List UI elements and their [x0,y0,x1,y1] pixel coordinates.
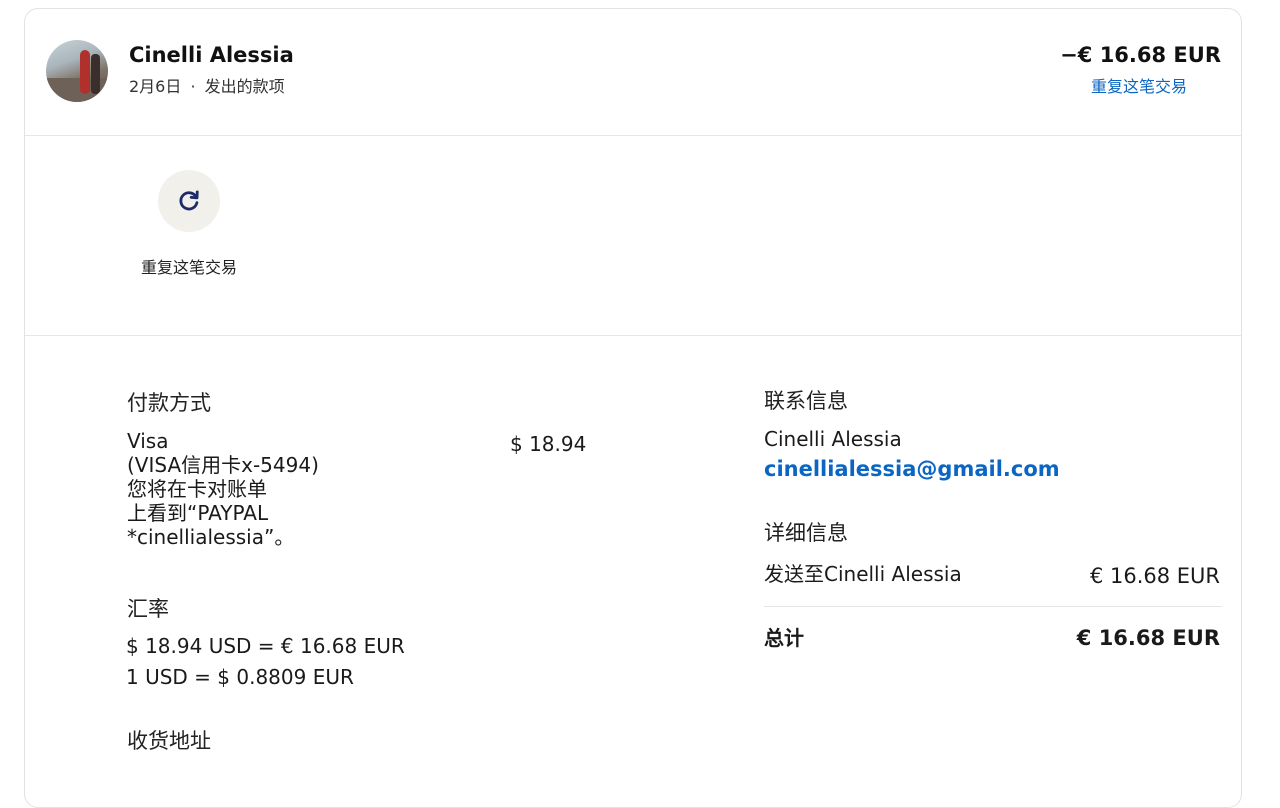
payment-method-description: Visa (VISA信用卡x-5494) 您将在卡对账单 上看到“PAYPAL … [127,429,367,549]
sent-to-label: 发送至Cinelli Alessia [764,562,962,586]
actions-section: 重复这笔交易 [25,136,1241,336]
refresh-icon [179,190,199,211]
repeat-action-circle[interactable] [158,170,220,232]
exchange-rate-line-2: 1 USD = $ 0.8809 EUR [126,665,354,689]
transaction-type: 发出的款项 [204,77,285,96]
statement-note-3: *cinellialessia”。 [127,525,295,549]
transaction-card: Cinelli Alessia 2月6日 · 发出的款项 −€ 16.68 EU… [24,8,1242,808]
exchange-rate-line-1: $ 18.94 USD = € 16.68 EUR [126,634,405,658]
exchange-rate-title: 汇率 [127,597,169,621]
contact-info-title: 联系信息 [764,389,848,413]
repeat-action-label: 重复这笔交易 [140,258,237,277]
avatar [46,40,108,102]
card-amount: $ 18.94 [510,432,587,456]
details-divider [764,606,1222,607]
card-detail: (VISA信用卡x-5494) [127,453,319,477]
transaction-date: 2月6日 [129,77,182,96]
total-label: 总计 [764,626,804,650]
contact-name: Cinelli Alessia [764,427,902,451]
statement-note-1: 您将在卡对账单 [127,477,267,501]
details-title: 详细信息 [764,521,848,545]
transaction-subline: 2月6日 · 发出的款项 [129,73,285,97]
card-name: Visa [127,429,169,453]
sent-to-amount: € 16.68 EUR [1089,564,1220,588]
transaction-header: Cinelli Alessia 2月6日 · 发出的款项 −€ 16.68 EU… [25,9,1241,136]
payment-method-title: 付款方式 [127,391,211,415]
recipient-name: Cinelli Alessia [129,43,294,67]
shipping-address-title: 收货地址 [127,729,211,753]
total-amount: € 16.68 EUR [1076,626,1220,650]
separator-dot: · [190,77,196,96]
contact-email-link[interactable]: cinellialessia@gmail.com [764,457,1060,481]
statement-note-2: 上看到“PAYPAL [127,501,269,525]
transaction-amount: −€ 16.68 EUR [1060,43,1221,67]
repeat-transaction-button[interactable]: 重复这笔交易 [139,170,239,280]
repeat-transaction-link[interactable]: 重复这笔交易 [1091,73,1187,97]
